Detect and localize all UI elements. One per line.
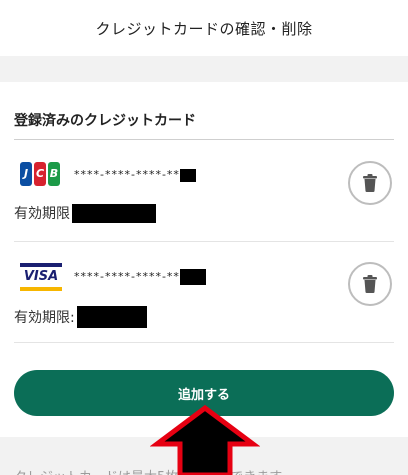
redaction-mask [72,203,156,223]
redaction-mask [179,269,206,285]
card-expiry: 有効期限 [14,203,156,223]
page-header: クレジットカードの確認・削除 [0,0,408,56]
delete-card-button[interactable] [348,262,392,306]
expiry-label: 有効期限: [14,310,75,326]
trash-icon [363,275,377,293]
card-number-text: ****-****-****-** [74,168,180,181]
expiry-label: 有効期限 [14,206,70,222]
card-number: ****-****-****-** [74,269,206,285]
card-number: ****-****-****-** [74,168,196,182]
trash-icon [363,174,377,192]
visa-logo: VISA [20,263,62,293]
row-divider [14,241,394,242]
jcb-logo: JCB [20,162,62,190]
top-divider-band [0,56,408,82]
card-item-jcb: JCB ****-****-****-** 有効期限 [0,140,408,242]
delete-card-button[interactable] [348,161,392,205]
redaction-mask [76,306,147,328]
page-title: クレジットカードの確認・削除 [95,19,313,38]
card-expiry: 有効期限: [14,306,147,328]
redaction-mask [179,168,196,182]
red-arrow-annotation [150,404,260,475]
card-number-text: ****-****-****-** [74,270,180,283]
row-divider [14,342,394,343]
card-item-visa: VISA ****-****-****-** 有効期限: [0,243,408,343]
section-title: 登録済みのクレジットカード [14,113,196,129]
